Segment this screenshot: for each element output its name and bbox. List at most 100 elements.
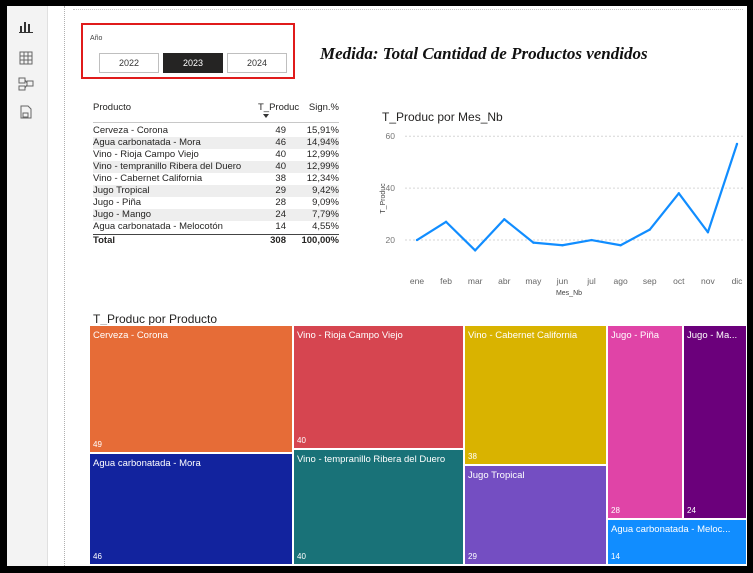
data-point bbox=[735, 142, 739, 146]
treemap-tile-value: 14 bbox=[611, 552, 620, 561]
line-chart-title: T_Produc por Mes_Nb bbox=[382, 110, 503, 124]
measure-title: Medida: Total Cantidad de Productos vend… bbox=[320, 44, 648, 63]
total-cell: 40 bbox=[275, 149, 286, 160]
treemap-tile[interactable]: Vino - tempranillo Ribera del Duero 40 bbox=[293, 449, 464, 565]
treemap-tile-value: 49 bbox=[93, 440, 102, 449]
treemap: Cerveza - Corona 49 Agua carbonatada - Mor… bbox=[89, 325, 747, 565]
data-point bbox=[561, 244, 564, 247]
product-cell: Vino - Rioja Campo Viejo bbox=[93, 149, 199, 160]
data-point bbox=[503, 218, 506, 221]
treemap-tile-value: 29 bbox=[468, 552, 477, 561]
total-cell: 28 bbox=[275, 197, 286, 208]
year-option-2023[interactable]: 2023 bbox=[163, 53, 223, 73]
sort-descending-icon bbox=[263, 114, 269, 118]
table-row[interactable]: Agua carbonatada - Mora 46 14,94% bbox=[93, 137, 339, 149]
sidebar-item-model-view[interactable] bbox=[18, 76, 34, 92]
table-total-row: Total 308 100,00% bbox=[93, 234, 339, 247]
sidebar-item-report-view[interactable] bbox=[18, 18, 34, 34]
x-tick-label: may bbox=[525, 276, 542, 286]
treemap-tile-value: 28 bbox=[611, 506, 620, 515]
table-row[interactable]: Vino - Cabernet California 38 12,34% bbox=[93, 173, 339, 185]
share-cell: 9,42% bbox=[312, 185, 339, 196]
product-cell: Jugo - Piña bbox=[93, 197, 142, 208]
x-tick-label: mar bbox=[468, 276, 483, 286]
product-cell: Agua carbonatada - Mora bbox=[93, 137, 201, 148]
treemap-tile-label: Agua carbonatada - Mora bbox=[93, 458, 201, 469]
series-line bbox=[416, 143, 739, 252]
share-cell: 12,99% bbox=[306, 149, 339, 160]
treemap-tile-label: Jugo Tropical bbox=[468, 470, 525, 481]
treemap-tile[interactable]: Agua carbonatada - Meloc... 14 bbox=[607, 519, 747, 565]
total-share: 100,00% bbox=[301, 235, 339, 246]
x-tick-label: abr bbox=[498, 276, 510, 286]
total-cell: 40 bbox=[275, 161, 286, 172]
product-cell: Vino - Cabernet California bbox=[93, 173, 203, 184]
canvas-edge-guide bbox=[64, 6, 65, 566]
total-cell: 29 bbox=[275, 185, 286, 196]
treemap-tile-label: Vino - Cabernet California bbox=[468, 330, 578, 341]
share-cell: 14,94% bbox=[306, 137, 339, 148]
treemap-tile-label: Agua carbonatada - Meloc... bbox=[611, 524, 731, 535]
report-canvas: Año 2022 2023 2024 Medida: Total Cantida… bbox=[67, 6, 747, 566]
share-cell: 15,91% bbox=[306, 125, 339, 136]
year-option-2022[interactable]: 2022 bbox=[99, 53, 159, 73]
y-tick-label: 20 bbox=[386, 235, 396, 245]
table-row[interactable]: Jugo Tropical 29 9,42% bbox=[93, 185, 339, 197]
column-header-share[interactable]: Sign.% bbox=[288, 102, 339, 113]
model-icon bbox=[18, 77, 34, 91]
sidebar-item-dax-query-view[interactable] bbox=[18, 104, 34, 120]
column-header-product[interactable]: Producto bbox=[93, 102, 131, 113]
data-point bbox=[590, 238, 593, 242]
treemap-tile[interactable]: Jugo - Piña 28 bbox=[607, 325, 683, 519]
sidebar-item-table-view[interactable] bbox=[18, 50, 34, 66]
table-row[interactable]: Agua carbonatada - Melocotón 14 4,55% bbox=[93, 221, 339, 233]
product-cell: Agua carbonatada - Melocotón bbox=[93, 221, 223, 232]
total-cell: 14 bbox=[275, 221, 286, 232]
table-row[interactable]: Cerveza - Corona 49 15,91% bbox=[93, 125, 339, 137]
table-row[interactable]: Vino - Rioja Campo Viejo 40 12,99% bbox=[93, 149, 339, 161]
x-tick-label: feb bbox=[440, 276, 452, 286]
data-point bbox=[415, 238, 419, 242]
x-tick-label: jul bbox=[586, 276, 596, 286]
x-axis-title: Mes_Nb bbox=[556, 290, 582, 297]
table-grid-icon bbox=[19, 51, 33, 65]
product-cell: Vino - tempranillo Ribera del Duero bbox=[93, 161, 242, 172]
treemap-tile[interactable]: Agua carbonatada - Mora 46 bbox=[89, 453, 293, 565]
x-tick-label: sep bbox=[643, 276, 657, 286]
x-tick-label: nov bbox=[701, 276, 715, 286]
table-row[interactable]: Jugo - Piña 28 9,09% bbox=[93, 197, 339, 209]
data-point bbox=[532, 241, 535, 244]
treemap-tile[interactable]: Vino - Cabernet California 38 bbox=[464, 325, 607, 465]
bar-chart-icon bbox=[19, 22, 33, 33]
column-header-total[interactable]: T_Produc bbox=[258, 102, 299, 113]
treemap-tile-label: Vino - Rioja Campo Viejo bbox=[297, 330, 403, 341]
table-row[interactable]: Jugo - Mango 24 7,79% bbox=[93, 209, 339, 221]
line-chart: 20 40 60 ene feb mar abr may jun jul ago sep oct nov d… bbox=[367, 106, 747, 301]
treemap-tile-value: 38 bbox=[468, 452, 477, 461]
treemap-tile[interactable]: Cerveza - Corona 49 bbox=[89, 325, 293, 453]
data-point bbox=[677, 192, 681, 195]
x-tick-label: oct bbox=[673, 276, 685, 286]
treemap-tile[interactable]: Jugo - Ma... 24 bbox=[683, 325, 747, 519]
treemap-tile[interactable]: Jugo Tropical 29 bbox=[464, 465, 607, 565]
x-tick-label: ene bbox=[410, 276, 424, 286]
data-point bbox=[619, 244, 622, 247]
product-table: Producto T_Produc Sign.% Cerveza - Coron… bbox=[93, 96, 339, 247]
treemap-tile-label: Cerveza - Corona bbox=[93, 330, 168, 341]
data-point bbox=[648, 228, 651, 231]
year-option-2024[interactable]: 2024 bbox=[227, 53, 287, 73]
view-switcher-rail bbox=[7, 6, 48, 566]
treemap-tile-value: 46 bbox=[93, 552, 102, 561]
data-point bbox=[473, 249, 477, 252]
canvas-top-guide bbox=[73, 9, 743, 10]
table-row[interactable]: Vino - tempranillo Ribera del Duero 40 12,… bbox=[93, 161, 339, 173]
line-chart-plot: 204060ene feb mar abr may jun jul ago sep oct nov d… bbox=[380, 131, 744, 297]
table-body: Cerveza - Corona 49 15,91% Agua carbonatada… bbox=[93, 123, 339, 233]
x-tick-label: dic bbox=[732, 276, 744, 286]
total-cell: 38 bbox=[275, 173, 286, 184]
treemap-tile[interactable]: Vino - Rioja Campo Viejo 40 bbox=[293, 325, 464, 449]
share-cell: 12,34% bbox=[306, 173, 339, 184]
share-cell: 12,99% bbox=[306, 161, 339, 172]
data-point bbox=[444, 220, 448, 224]
slicer-title: Año bbox=[90, 35, 103, 42]
